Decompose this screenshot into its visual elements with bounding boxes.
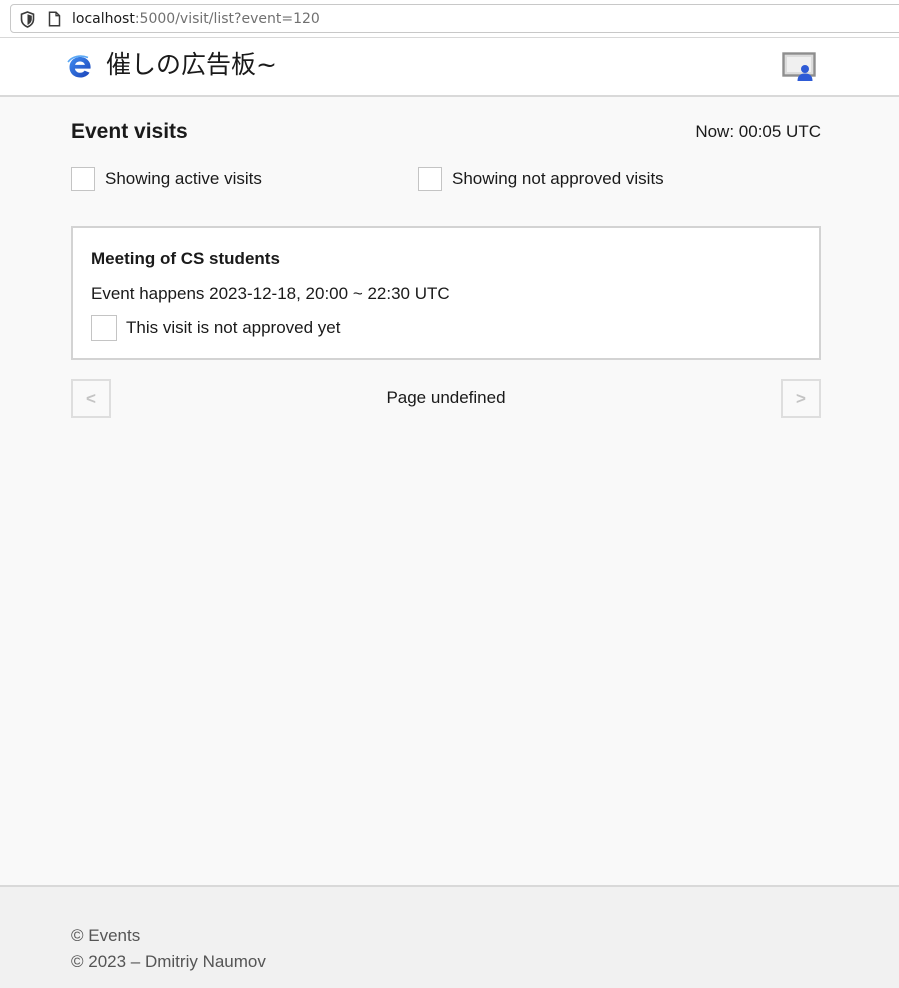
visit-approval-label: This visit is not approved yet <box>126 318 341 337</box>
browser-toolbar: localhost:5000/visit/list?event=120 <box>0 0 899 38</box>
app-title[interactable]: 催しの広告板~ <box>106 50 277 80</box>
url-path: :5000/visit/list?event=120 <box>134 11 320 27</box>
app-header: 催しの広告板~ <box>0 38 899 97</box>
user-avatar-icon[interactable] <box>782 52 818 82</box>
pagination: < Page undefined > <box>71 379 821 418</box>
visit-event-time: Event happens 2023-12-18, 20:00 ~ 22:30 … <box>91 284 450 303</box>
not-approved-label: Showing not approved visits <box>452 168 664 188</box>
main-content: Event visits Now: 00:05 UTC Showing acti… <box>0 97 899 885</box>
visit-approval-checkbox[interactable] <box>91 315 117 341</box>
footer: © Events © 2023 – Dmitriy Naumov <box>0 885 899 988</box>
visit-card: Meeting of CS students Event happens 202… <box>71 226 821 360</box>
visit-event-name[interactable]: Meeting of CS students <box>91 249 280 269</box>
active-visits-checkbox[interactable] <box>71 166 95 191</box>
footer-brand: © Events <box>71 926 141 945</box>
address-bar[interactable]: localhost:5000/visit/list?event=120 <box>10 4 899 33</box>
url-host: localhost <box>72 11 135 27</box>
url-text[interactable]: localhost:5000/visit/list?event=120 <box>72 10 320 28</box>
not-approved-checkbox[interactable] <box>418 166 442 191</box>
visit-approval[interactable]: This visit is not approved yet <box>91 315 340 341</box>
page-title: Event visits <box>71 120 188 143</box>
footer-copyright: © 2023 – Dmitriy Naumov <box>71 952 266 971</box>
page-icon <box>48 11 61 32</box>
e-logo-icon[interactable] <box>66 53 94 86</box>
active-visits-label: Showing active visits <box>105 168 262 188</box>
next-page-button[interactable]: > <box>781 379 821 418</box>
current-time: Now: 00:05 UTC <box>695 122 821 141</box>
page-indicator: Page undefined <box>386 388 506 407</box>
not-approved-filter[interactable]: Showing not approved visits <box>418 165 664 192</box>
active-visits-filter[interactable]: Showing active visits <box>71 165 262 192</box>
shield-icon[interactable] <box>20 11 35 33</box>
